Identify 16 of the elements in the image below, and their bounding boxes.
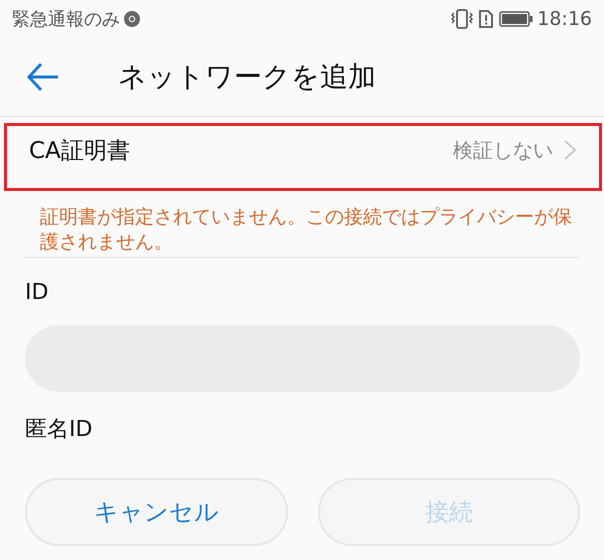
screen-title: ネットワークを追加 [118, 59, 376, 95]
clock-text: 18:16 [537, 8, 592, 30]
browser-icon [124, 11, 140, 27]
field-label: ID [25, 280, 50, 305]
carrier-text: 緊急通報のみ [12, 8, 120, 31]
battery-icon [499, 11, 534, 27]
cancel-button[interactable]: キャンセル [25, 478, 288, 546]
sim-alert-icon [479, 10, 494, 28]
ca-certificate-label: CA証明書 [29, 136, 130, 166]
field-label: 匿名ID [25, 416, 94, 444]
vibrate-icon [451, 9, 474, 29]
back-arrow-icon[interactable] [26, 62, 60, 92]
warning-text: 証明書が指定されていません。この接続ではプライバシーが保護されません。 [40, 205, 573, 255]
ca-certificate-value: 検証しない [453, 136, 553, 164]
chevron-icon [563, 140, 577, 160]
ca-certificate-row[interactable]: CA証明書 検証しない [4, 123, 602, 191]
